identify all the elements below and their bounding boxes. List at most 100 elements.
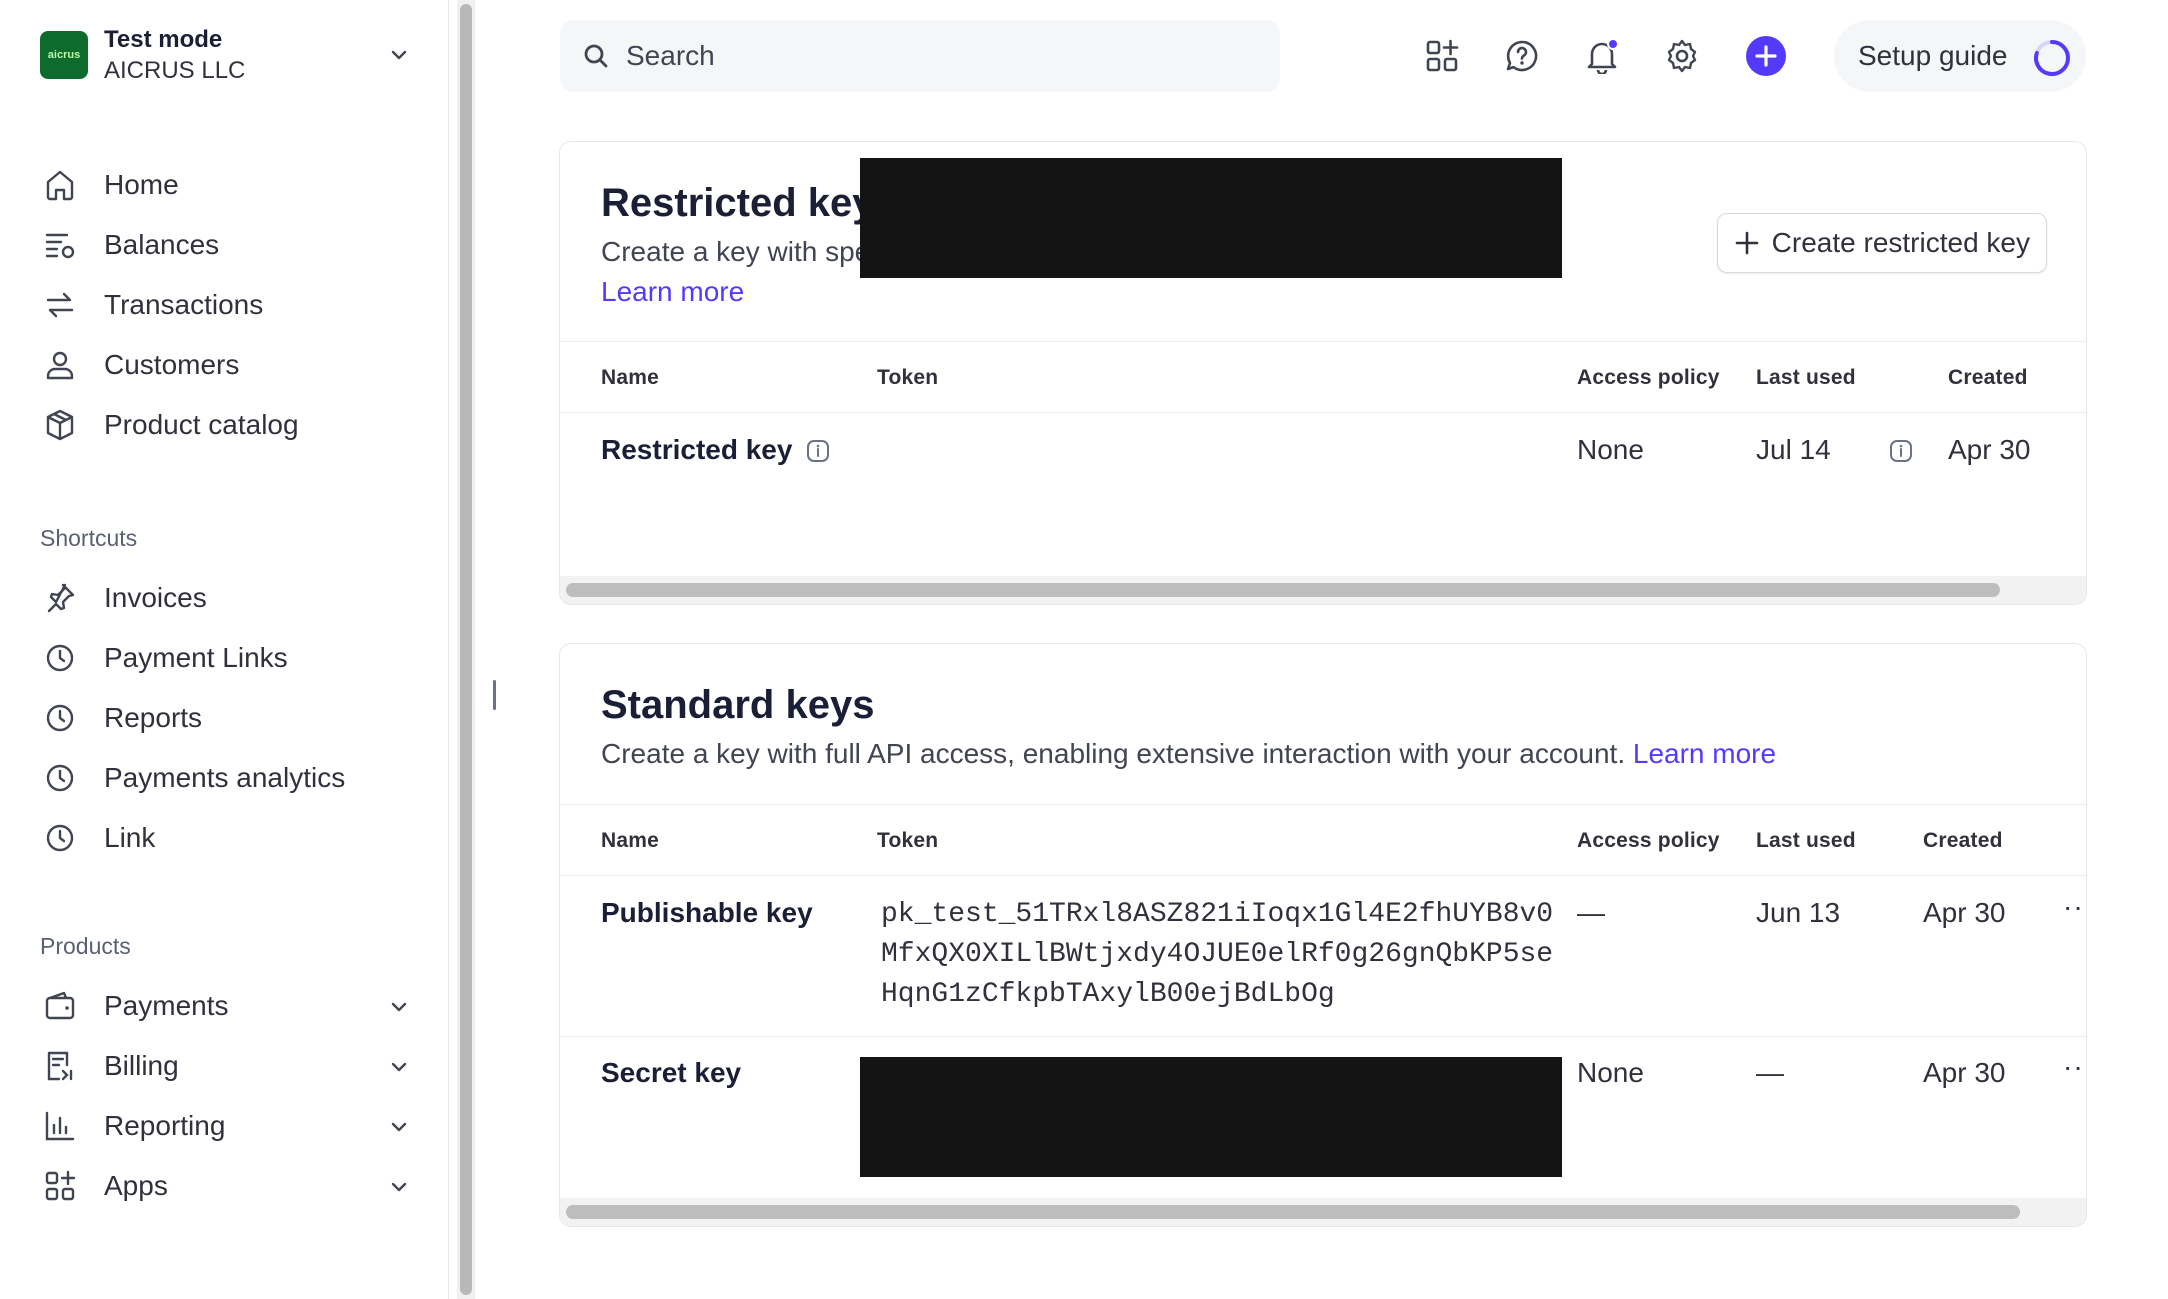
scroll-thumb[interactable] bbox=[566, 583, 2000, 597]
sidebar-item-label: Link bbox=[104, 822, 156, 853]
main-nav: Home Balances Transactions Customers Pro… bbox=[40, 155, 410, 455]
sidebar-item-label: Billing bbox=[104, 1050, 179, 1081]
sidebar-item-balances[interactable]: Balances bbox=[40, 215, 410, 275]
chevron-down-icon bbox=[388, 1176, 410, 1198]
restricted-keys-title: Restricted keys bbox=[601, 181, 897, 225]
plus-circle-icon bbox=[1745, 35, 1787, 77]
search-bar[interactable] bbox=[560, 20, 1280, 92]
sidebar-item-label: Payments analytics bbox=[104, 762, 346, 793]
home-icon bbox=[40, 165, 80, 205]
notifications-button[interactable] bbox=[1582, 36, 1622, 76]
restricted-keys-card: Restricted keys Create a key with specif… bbox=[559, 141, 2087, 605]
standard-horizontal-scrollbar[interactable] bbox=[560, 1198, 2086, 1226]
standard-keys-description: Create a key with full API access, enabl… bbox=[601, 734, 2001, 774]
restricted-horizontal-scrollbar[interactable] bbox=[560, 576, 2086, 604]
settings-button[interactable] bbox=[1662, 36, 1702, 76]
chevron-down-icon bbox=[388, 44, 410, 66]
products-nav: Products Payments Billing Reporting Apps bbox=[40, 916, 410, 1216]
sidebar-item-reporting[interactable]: Reporting bbox=[40, 1096, 410, 1156]
create-restricted-key-button[interactable]: Create restricted key bbox=[1716, 213, 2047, 273]
table-row[interactable]: Secret key None — Apr 30 ··· bbox=[560, 1037, 2086, 1197]
sidebar-item-label: Transactions bbox=[104, 289, 264, 320]
sidebar-item-label: Invoices bbox=[104, 582, 207, 613]
apps-button[interactable] bbox=[1422, 36, 1462, 76]
sidebar-item-payment-links[interactable]: Payment Links bbox=[40, 628, 410, 688]
plus-icon bbox=[1734, 230, 1772, 256]
clock-icon bbox=[40, 698, 80, 738]
standard-keys-card: Standard keys Create a key with full API… bbox=[559, 643, 2087, 1227]
restricted-learn-more-link[interactable]: Learn more bbox=[601, 276, 744, 307]
account-mode: Test mode bbox=[104, 26, 223, 53]
sidebar-scrollbar[interactable] bbox=[457, 0, 475, 1299]
sidebar-resize-handle[interactable] bbox=[493, 680, 496, 710]
key-name: Restricted key bbox=[601, 434, 793, 465]
access-policy: None bbox=[1577, 434, 1644, 465]
chevron-down-icon bbox=[388, 1116, 410, 1138]
standard-table-header: Name Token Access policy Last used Creat… bbox=[560, 804, 2086, 876]
sidebar-item-billing[interactable]: Billing bbox=[40, 1036, 410, 1096]
account-name: AICRUS LLC bbox=[104, 57, 246, 84]
sidebar-item-label: Balances bbox=[104, 229, 220, 260]
redacted-token bbox=[860, 158, 1562, 278]
column-header-token: Token bbox=[877, 829, 939, 852]
table-row[interactable]: Publishable key pk_test_51TRxl8ASZ821iIo… bbox=[560, 877, 2086, 1037]
column-header-token: Token bbox=[877, 366, 939, 389]
sidebar-scroll-thumb[interactable] bbox=[460, 4, 472, 1295]
key-name: Publishable key bbox=[601, 897, 813, 928]
column-header-access-policy: Access policy bbox=[1577, 829, 1720, 852]
create-button[interactable] bbox=[1746, 36, 1786, 76]
table-row[interactable]: Restricted key None Jul 14 Apr 30 bbox=[560, 158, 2086, 564]
sidebar-item-payments-analytics[interactable]: Payments analytics bbox=[40, 748, 410, 808]
column-header-access-policy: Access policy bbox=[1577, 366, 1720, 389]
account-switcher[interactable]: aicrus Test mode AICRUS LLC bbox=[40, 24, 410, 86]
last-used: Jul 14 bbox=[1756, 434, 1831, 465]
shortcuts-title: Shortcuts bbox=[40, 524, 138, 551]
clock-icon bbox=[40, 638, 80, 678]
sidebar-item-customers[interactable]: Customers bbox=[40, 335, 410, 395]
sidebar-item-label: Product catalog bbox=[104, 409, 299, 440]
sidebar-item-payments[interactable]: Payments bbox=[40, 976, 410, 1036]
column-header-name: Name bbox=[601, 366, 659, 389]
standard-keys-description-text: Create a key with full API access, enabl… bbox=[601, 738, 1626, 769]
restricted-table-header: Name Token Access policy Last used Creat… bbox=[560, 341, 2086, 413]
person-icon bbox=[40, 345, 80, 385]
search-icon bbox=[582, 42, 610, 70]
publishable-token[interactable]: pk_test_51TRxl8ASZ821iIoqx1Gl4E2fhUYB8v0… bbox=[881, 895, 1561, 1015]
sidebar-item-product-catalog[interactable]: Product catalog bbox=[40, 395, 410, 455]
shortcuts-nav: Shortcuts Invoices Payment Links Reports… bbox=[40, 508, 410, 868]
key-name: Secret key bbox=[601, 1057, 742, 1088]
apps-icon bbox=[1424, 38, 1460, 74]
column-header-created: Created bbox=[1923, 829, 2003, 852]
help-button[interactable] bbox=[1502, 36, 1542, 76]
created-date: Apr 30 bbox=[1923, 897, 2006, 928]
setup-guide-button[interactable]: Setup guide bbox=[1834, 20, 2086, 92]
sidebar: aicrus Test mode AICRUS LLC Home Balance… bbox=[0, 0, 449, 1299]
account-logo-text: aicrus bbox=[47, 49, 81, 61]
info-icon[interactable] bbox=[1889, 439, 1913, 463]
sidebar-item-label: Apps bbox=[104, 1170, 168, 1201]
standard-learn-more-link[interactable]: Learn more bbox=[1633, 738, 1776, 769]
cube-icon bbox=[40, 405, 80, 445]
setup-guide-label: Setup guide bbox=[1858, 40, 2008, 71]
billing-icon bbox=[40, 1046, 80, 1086]
sidebar-item-apps[interactable]: Apps bbox=[40, 1156, 410, 1216]
apps-icon bbox=[40, 1166, 80, 1206]
sidebar-item-home[interactable]: Home bbox=[40, 155, 410, 215]
info-icon[interactable] bbox=[806, 439, 830, 463]
sidebar-item-invoices[interactable]: Invoices bbox=[40, 568, 410, 628]
sidebar-item-transactions[interactable]: Transactions bbox=[40, 275, 410, 335]
redacted-token bbox=[860, 1057, 1562, 1177]
sidebar-item-reports[interactable]: Reports bbox=[40, 688, 410, 748]
last-used: — bbox=[1756, 1057, 1784, 1088]
sidebar-item-link[interactable]: Link bbox=[40, 808, 410, 868]
column-header-name: Name bbox=[601, 829, 659, 852]
chevron-down-icon bbox=[388, 1056, 410, 1078]
scroll-thumb[interactable] bbox=[566, 1205, 2020, 1219]
search-input[interactable] bbox=[626, 40, 1226, 72]
access-policy: None bbox=[1577, 1057, 1644, 1088]
wallet-icon bbox=[40, 986, 80, 1026]
progress-ring-icon bbox=[2032, 38, 2072, 78]
sidebar-item-label: Reports bbox=[104, 702, 203, 733]
more-actions-button[interactable]: ··· bbox=[2063, 1051, 2086, 1083]
more-actions-button[interactable]: ··· bbox=[2063, 891, 2086, 923]
